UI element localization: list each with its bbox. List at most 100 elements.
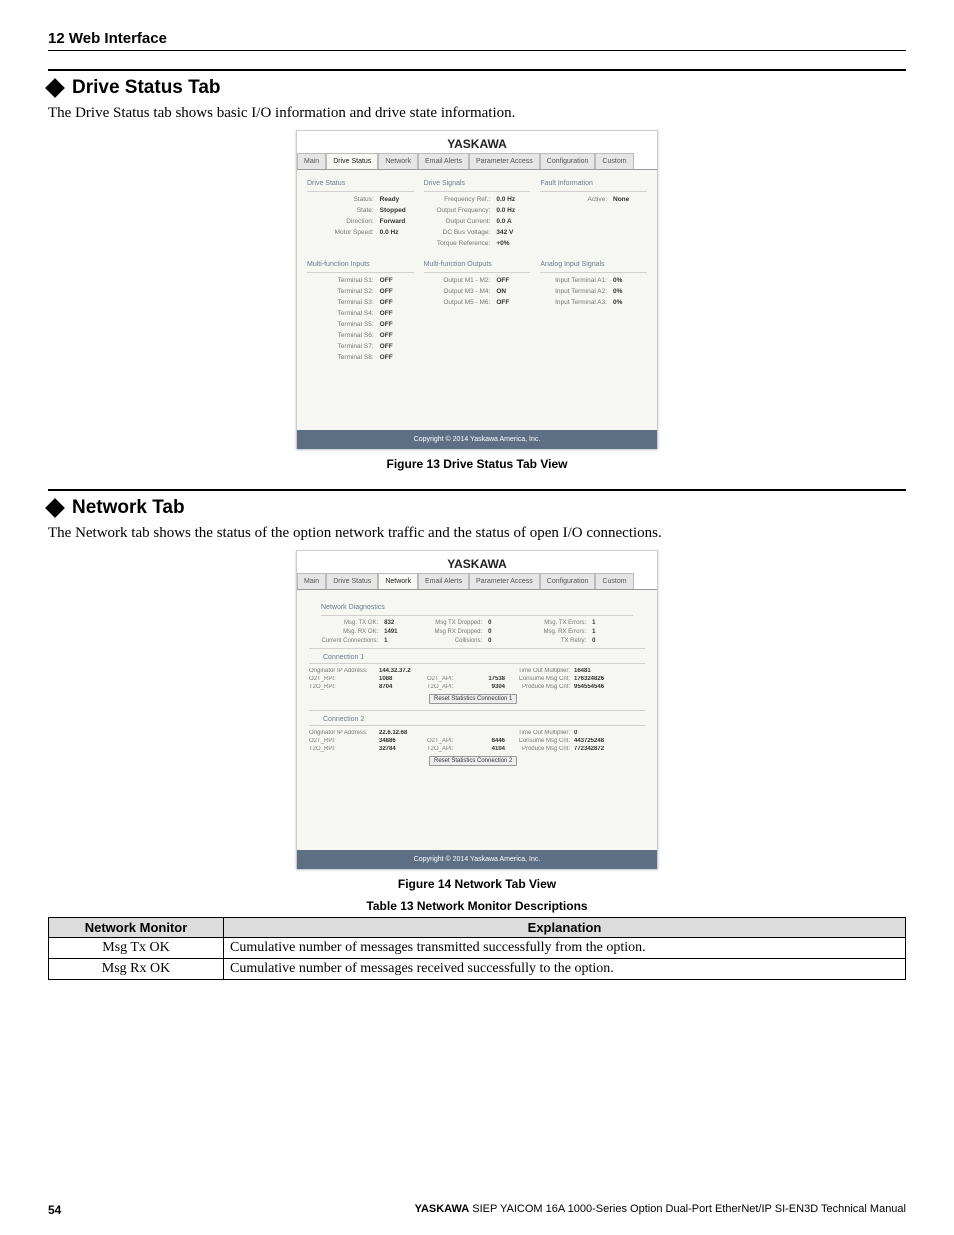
tab-configuration[interactable]: Configuration	[540, 573, 596, 589]
value: 144.32.37.2	[379, 668, 427, 674]
reset-conn2-button[interactable]: Reset Statistics Connection 2	[429, 756, 517, 766]
drive-status-intro: The Drive Status tab shows basic I/O inf…	[48, 105, 906, 122]
value: 1491	[384, 629, 425, 635]
value: Forward	[380, 218, 414, 225]
value: 0	[488, 629, 529, 635]
kv-row: Terminal S5:OFF	[307, 321, 414, 328]
label: Input Terminal A3:	[540, 299, 613, 306]
network-tab-screenshot: YASKAWA MainDrive StatusNetworkEmail Ale…	[296, 550, 658, 869]
value: 1088	[379, 676, 427, 682]
network-body: Network Diagnostics Msg. TX OK:832Msg TX…	[297, 590, 657, 850]
value: 0.0 A	[496, 218, 530, 225]
value: 443725248	[574, 738, 614, 744]
value: 22.6.12.68	[379, 730, 427, 736]
running-header: 12 Web Interface	[48, 30, 906, 51]
label: Terminal S1:	[307, 277, 380, 284]
value: 0%	[613, 299, 647, 306]
tab-custom[interactable]: Custom	[595, 573, 633, 589]
conn-row: T2O_RPI:32784T2O_API:4104Produce Msg Cnt…	[309, 746, 645, 752]
tab-custom[interactable]: Custom	[595, 153, 633, 169]
value: 16481	[574, 668, 614, 674]
copyright-line: Copyright © 2014 Yaskawa America, Inc.	[297, 850, 657, 869]
label: Input Terminal A2:	[540, 288, 613, 295]
kv-row: Input Terminal A1:0%	[540, 277, 647, 284]
page-number: 54	[48, 1203, 61, 1217]
reset-conn1-button[interactable]: Reset Statistics Connection 1	[429, 694, 517, 704]
value: 34886	[379, 738, 427, 744]
tab-email-alerts[interactable]: Email Alerts	[418, 153, 469, 169]
label: Active:	[540, 196, 613, 203]
yaskawa-logo: YASKAWA	[297, 131, 657, 153]
diag-row: Current Connections:1Collisions:0TX Retr…	[321, 638, 633, 644]
conn-row: O2T_RPI:1088O2T_API:17538Consume Msg Cnt…	[309, 676, 645, 682]
drive-status-body: Drive Status Status:ReadyState:StoppedDi…	[297, 170, 657, 430]
tab-drive-status[interactable]: Drive Status	[326, 153, 378, 169]
label: O2T_API:	[427, 676, 481, 682]
tab-parameter-access[interactable]: Parameter Access	[469, 573, 540, 589]
kv-row: Direction:Forward	[307, 218, 414, 225]
label: Msg RX Dropped:	[425, 629, 488, 635]
card-title: Analog Input Signals	[540, 261, 647, 273]
value: 17538	[481, 676, 509, 682]
tab-drive-status[interactable]: Drive Status	[326, 573, 378, 589]
label: Terminal S4:	[307, 310, 380, 317]
label: Originator IP Address:	[309, 668, 379, 674]
table-header: Explanation	[224, 918, 906, 938]
drive-status-heading: Drive Status Tab	[48, 77, 906, 99]
network-diagnostics: Network Diagnostics Msg. TX OK:832Msg TX…	[321, 600, 633, 644]
kv-row: Input Terminal A2:0%	[540, 288, 647, 295]
label: Time Out Multiplier:	[509, 730, 574, 736]
tab-main[interactable]: Main	[297, 573, 326, 589]
card-title: Drive Signals	[424, 180, 531, 192]
value: 1	[592, 620, 633, 626]
label: Status:	[307, 196, 380, 203]
card-title: Multi-function Inputs	[307, 261, 414, 273]
label: O2T_RPI:	[309, 738, 379, 744]
table-row: Msg Rx OKCumulative number of messages r…	[49, 959, 906, 980]
value: Ready	[380, 196, 414, 203]
tab-configuration[interactable]: Configuration	[540, 153, 596, 169]
label: Current Connections:	[321, 638, 384, 644]
tab-network[interactable]: Network	[378, 153, 418, 169]
label: Msg. TX OK:	[321, 620, 384, 626]
label: T2O_API:	[427, 746, 481, 752]
tab-parameter-access[interactable]: Parameter Access	[469, 153, 540, 169]
value: 0.0 Hz	[380, 229, 414, 236]
label: O2T_API:	[427, 738, 481, 744]
value: OFF	[380, 332, 414, 339]
value: Stopped	[380, 207, 414, 214]
value: 772342872	[574, 746, 614, 752]
diag-row: Msg. TX OK:832Msg TX Dropped:0Msg. TX Er…	[321, 620, 633, 626]
value: 342 V	[496, 229, 530, 236]
value: None	[613, 196, 647, 203]
card-title: Multi-function Outputs	[424, 261, 531, 273]
label: T2O_API:	[427, 684, 481, 690]
label: Consume Msg Cnt:	[509, 676, 574, 682]
network-tab-intro: The Network tab shows the status of the …	[48, 525, 906, 542]
heading-text: Drive Status Tab	[72, 77, 221, 99]
label: Output Current:	[424, 218, 497, 225]
card-drive-signals: Drive Signals Frequency Ref.:0.0 HzOutpu…	[424, 180, 531, 251]
kv-row: DC Bus Voltage:342 V	[424, 229, 531, 236]
explanation: Cumulative number of messages transmitte…	[224, 938, 906, 959]
tab-main[interactable]: Main	[297, 153, 326, 169]
value: 832	[384, 620, 425, 626]
value: 4104	[481, 746, 509, 752]
value: OFF	[380, 343, 414, 350]
section-label: 12 Web Interface	[48, 30, 906, 47]
kv-row: Terminal S3:OFF	[307, 299, 414, 306]
tab-email-alerts[interactable]: Email Alerts	[418, 573, 469, 589]
label: Collisions:	[425, 638, 488, 644]
table-row: Msg Tx OKCumulative number of messages t…	[49, 938, 906, 959]
kv-row: Output M3 - M4:ON	[424, 288, 531, 295]
label: Output M5 - M6:	[424, 299, 497, 306]
value: 8446	[481, 738, 509, 744]
manual-title: YASKAWA SIEP YAICOM 16A 1000-Series Opti…	[415, 1203, 906, 1217]
value: OFF	[380, 354, 414, 361]
label: Output Frequency:	[424, 207, 497, 214]
label: Terminal S2:	[307, 288, 380, 295]
value: 8704	[379, 684, 427, 690]
label: Time Out Multiplier:	[509, 668, 574, 674]
tab-network[interactable]: Network	[378, 573, 418, 589]
conn-row: Originator IP Address:144.32.37.2 Time Ou…	[309, 668, 645, 674]
